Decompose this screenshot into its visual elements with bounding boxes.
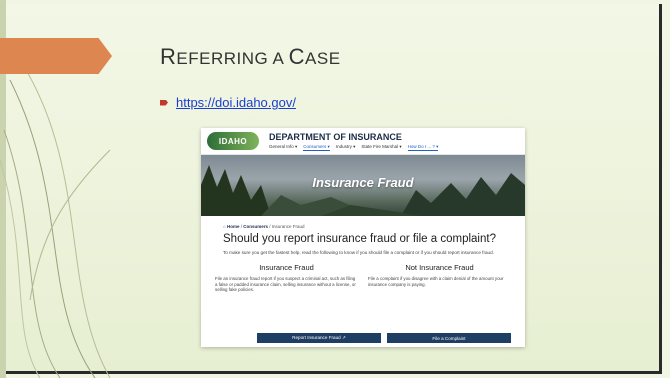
nav-consumers[interactable]: Consumers ▾ <box>303 144 330 151</box>
nav-industry[interactable]: Industry ▾ <box>336 144 356 151</box>
not-fraud-text: File a complaint if you disagree with a … <box>368 276 504 287</box>
idaho-logo[interactable]: IDAHO <box>207 132 259 150</box>
site-nav: General Info ▾ Consumers ▾ Industry ▾ St… <box>269 144 439 151</box>
bullet-item: https://doi.idaho.gov/ <box>160 95 296 110</box>
nav-general-info[interactable]: General Info ▾ <box>269 144 297 151</box>
nav-how-do-i[interactable]: How Do I ... ? ▾ <box>407 144 439 151</box>
breadcrumb-current: Insurance Fraud <box>271 224 305 229</box>
site-header: IDAHO DEPARTMENT OF INSURANCE General In… <box>201 128 525 155</box>
page-heading: Should you report insurance fraud or fil… <box>223 233 496 245</box>
not-fraud-title: Not Insurance Fraud <box>405 263 474 273</box>
slide: REFERRING A CASE https://doi.idaho.gov/ … <box>0 0 670 378</box>
title-c: C <box>288 44 306 69</box>
hero-title: Insurance Fraud <box>312 175 414 190</box>
home-icon: ⌂ <box>223 224 226 229</box>
hero-banner: Insurance Fraud <box>201 155 525 216</box>
bullet-arrow-icon <box>160 99 168 106</box>
nav-state-fire-marshal[interactable]: State Fire Marshal ▾ <box>361 144 401 151</box>
department-name: DEPARTMENT OF INSURANCE <box>269 131 402 142</box>
report-fraud-button[interactable]: Report Insurance Fraud ↗ <box>257 333 381 343</box>
intro-text: To make sure you get the fastest help, r… <box>223 249 494 255</box>
options-columns: Insurance Fraud File an insurance fraud … <box>215 263 511 293</box>
breadcrumb-home[interactable]: Home <box>227 224 240 229</box>
doi-link[interactable]: https://doi.idaho.gov/ <box>176 95 296 110</box>
fraud-title: Insurance Fraud <box>259 263 314 273</box>
fraud-text: File an insurance fraud report if you su… <box>215 276 356 293</box>
slide-title: REFERRING A CASE <box>160 44 341 70</box>
breadcrumb: ⌂ Home / Consumers / Insurance Fraud <box>223 224 305 229</box>
title-r: R <box>160 44 177 69</box>
breadcrumb-consumers[interactable]: Consumers <box>243 224 268 229</box>
title-eferring: EFERRING A <box>176 49 289 68</box>
not-fraud-column: Not Insurance Fraud File a complaint if … <box>368 263 511 293</box>
website-screenshot: IDAHO DEPARTMENT OF INSURANCE General In… <box>201 128 525 347</box>
title-ase: ASE <box>305 49 341 68</box>
fraud-column: Insurance Fraud File an insurance fraud … <box>215 263 358 293</box>
title-arrow-accent <box>0 38 112 74</box>
file-complaint-button[interactable]: File a Complaint <box>387 333 511 343</box>
